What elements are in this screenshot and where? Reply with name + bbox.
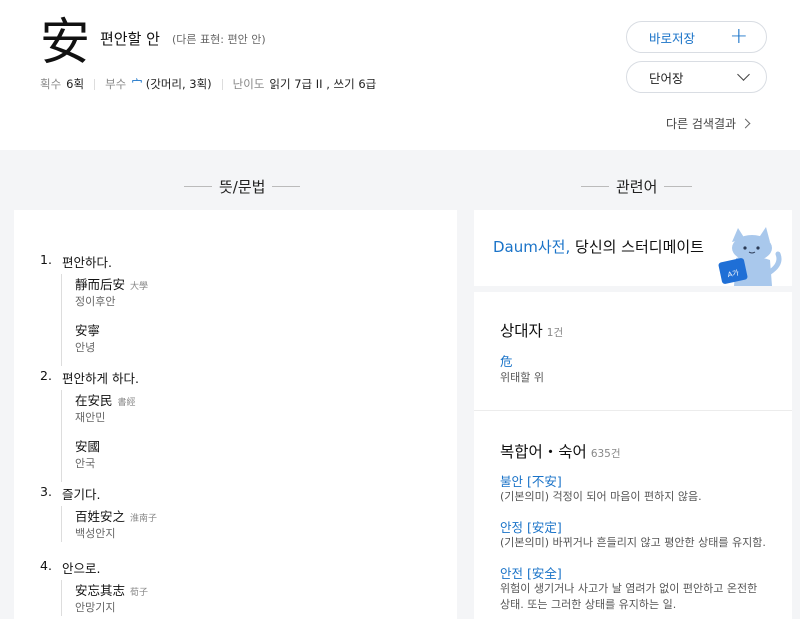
example-source: 書經 bbox=[117, 398, 136, 408]
example-reading: 재안민 bbox=[75, 411, 106, 424]
meaning-item: 1. 편안하다. bbox=[40, 252, 112, 271]
alt-expression: (다른 표현: 편안 안) bbox=[172, 33, 266, 46]
example-item: 安寧 안녕 bbox=[75, 320, 148, 366]
example-reading: 안녕 bbox=[75, 341, 96, 354]
stroke-label: 획수 bbox=[40, 77, 62, 91]
example-hanja[interactable]: 安寧 bbox=[75, 323, 100, 338]
level-value: 읽기 7급 II , 쓰기 6급 bbox=[269, 77, 377, 91]
example-reading: 정이후안 bbox=[75, 295, 116, 308]
title-line bbox=[272, 186, 301, 187]
example-item: 安忘其志 荀子 안망기지 bbox=[75, 580, 148, 616]
compound-header: 복합어・숙어 635건 bbox=[500, 440, 621, 462]
example-item: 百姓安之 淮南子 백성안지 bbox=[75, 506, 157, 542]
example-list: 在安民 書經 재안민 安國 안국 bbox=[61, 390, 136, 482]
meaning-number: 1. bbox=[40, 252, 52, 267]
title-line bbox=[581, 186, 609, 187]
example-hanja[interactable]: 百姓安之 bbox=[75, 509, 125, 524]
example-hanja[interactable]: 安忘其志 bbox=[75, 583, 125, 598]
vocab-dropdown[interactable]: 단어장 bbox=[626, 61, 767, 93]
meaning-text: 즐기다. bbox=[62, 487, 101, 502]
example-hanja[interactable]: 靜而后安 bbox=[75, 277, 125, 292]
antonym-title: 상대자 bbox=[500, 322, 543, 340]
section-divider bbox=[474, 410, 792, 411]
meaning-title-text: 뜻/문법 bbox=[219, 178, 266, 196]
meaning-text: 안으로. bbox=[62, 561, 101, 576]
vocab-label: 단어장 bbox=[649, 70, 684, 86]
plus-icon: + bbox=[729, 24, 748, 49]
meaning-item: 3. 즐기다. bbox=[40, 484, 100, 503]
compound-def: 위험이 생기거나 사고가 날 염려가 없이 편안하고 온전한 상태. 또는 그러… bbox=[500, 582, 758, 611]
title-line bbox=[184, 186, 212, 187]
example-reading: 안망기지 bbox=[75, 601, 116, 614]
compound-title: 복합어・숙어 bbox=[500, 443, 587, 461]
example-source: 大學 bbox=[130, 282, 149, 292]
radical-desc: (갓머리, 3획) bbox=[145, 77, 212, 91]
example-hanja[interactable]: 在安民 bbox=[75, 393, 113, 408]
meaning-number: 2. bbox=[40, 368, 52, 383]
stroke-value: 6획 bbox=[66, 77, 85, 91]
meaning-item: 2. 편안하게 하다. bbox=[40, 368, 139, 387]
example-item: 靜而后安 大學 정이후안 bbox=[75, 274, 148, 320]
example-list: 安忘其志 荀子 안망기지 bbox=[61, 580, 148, 616]
example-source: 荀子 bbox=[130, 588, 149, 598]
radical-link[interactable]: 宀 bbox=[131, 76, 143, 92]
compound-word-link[interactable]: 안전 [安全] bbox=[500, 563, 562, 582]
info-divider bbox=[94, 78, 96, 90]
example-list: 百姓安之 淮南子 백성안지 bbox=[61, 506, 157, 542]
example-source: 淮南子 bbox=[130, 514, 158, 524]
meaning-panel: 1. 편안하다. 靜而后安 大學 정이후안 安寧 안녕 2. 편안하게 하다. 在… bbox=[14, 210, 457, 619]
example-hanja[interactable]: 安國 bbox=[75, 439, 100, 454]
related-section-title: 관련어 bbox=[574, 176, 699, 197]
quick-save-button[interactable]: 바로저장 + bbox=[626, 21, 767, 53]
banner-tagline: 당신의 스터디메이트 bbox=[575, 238, 704, 256]
meaning-number: 3. bbox=[40, 484, 52, 499]
meaning-number: 4. bbox=[40, 558, 52, 573]
title-line bbox=[664, 186, 693, 187]
chevron-down-icon bbox=[737, 68, 750, 81]
other-results-label: 다른 검색결과 bbox=[666, 117, 737, 131]
meaning-section-title: 뜻/문법 bbox=[177, 176, 307, 197]
compound-word-link[interactable]: 안정 [安定] bbox=[500, 517, 562, 536]
example-item: 安國 안국 bbox=[75, 436, 136, 482]
study-mate-banner[interactable]: Daum사전, 당신의 스터디메이트 A가 bbox=[474, 210, 792, 286]
related-title-text: 관련어 bbox=[616, 178, 658, 196]
radical-label: 부수 bbox=[105, 77, 127, 91]
example-item: 在安民 書經 재안민 bbox=[75, 390, 136, 436]
related-panel: 상대자 1건 危 위태할 위 복합어・숙어 635건 불안 [不安] (기본의미) … bbox=[474, 292, 792, 619]
banner-brand: Daum사전, bbox=[493, 238, 571, 256]
other-results-link[interactable]: 다른 검색결과 bbox=[666, 115, 751, 132]
hanja-info: 획수 6획 부수 宀 (갓머리, 3획) 난이도 읽기 7급 II , 쓰기 6… bbox=[40, 76, 376, 92]
example-reading: 백성안지 bbox=[75, 527, 116, 540]
meaning-text: 편안하다. bbox=[62, 255, 112, 270]
example-list: 靜而后安 大學 정이후안 安寧 안녕 bbox=[61, 274, 148, 366]
compound-def: (기본의미) 바뀌거나 흔들리지 않고 평안한 상태를 유지함. bbox=[500, 536, 766, 549]
hanja-character: 安 bbox=[40, 13, 90, 71]
chevron-right-icon bbox=[740, 118, 751, 129]
antonym-def: 위태할 위 bbox=[500, 371, 544, 384]
info-divider bbox=[221, 78, 223, 90]
hanja-meaning: 편안할 안 bbox=[100, 30, 160, 48]
meaning-item: 4. 안으로. bbox=[40, 558, 100, 577]
compound-def: (기본의미) 걱정이 되어 마음이 편하지 않음. bbox=[500, 490, 702, 503]
antonym-count: 1건 bbox=[546, 327, 564, 339]
level-label: 난이도 bbox=[232, 77, 265, 91]
compound-count: 635건 bbox=[590, 448, 621, 460]
cat-mascot-icon: A가 bbox=[718, 227, 782, 286]
compound-word-link[interactable]: 불안 [不安] bbox=[500, 471, 562, 490]
meaning-text: 편안하게 하다. bbox=[62, 371, 139, 386]
banner-text: Daum사전, 당신의 스터디메이트 bbox=[493, 236, 704, 257]
antonym-header: 상대자 1건 bbox=[500, 319, 563, 341]
example-reading: 안국 bbox=[75, 457, 96, 470]
entry-header: 安 편안할 안 (다른 표현: 편안 안) 획수 6획 부수 宀 (갓머리, 3… bbox=[0, 0, 800, 150]
antonym-word-link[interactable]: 危 bbox=[500, 351, 513, 370]
quick-save-label: 바로저장 bbox=[649, 30, 696, 46]
